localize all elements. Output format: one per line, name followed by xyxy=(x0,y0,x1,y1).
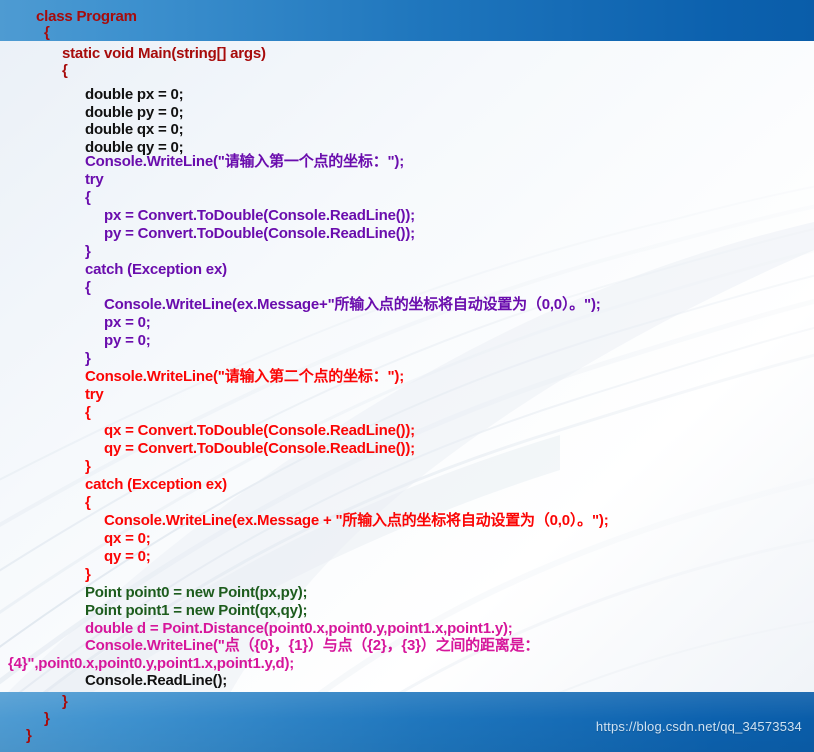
code-line: {4}",point0.x,point0.y,point1.x,point1.y… xyxy=(8,655,295,672)
code-line: qx = 0; xyxy=(104,530,151,547)
watermark-url: https://blog.csdn.net/qq_34573534 xyxy=(595,719,802,734)
code-line: { xyxy=(85,404,91,421)
code-line: } xyxy=(62,693,68,710)
code-line: px = 0; xyxy=(104,314,151,331)
code-line: qx = Convert.ToDouble(Console.ReadLine()… xyxy=(104,422,415,439)
code-line: { xyxy=(44,24,50,41)
code-line: double qx = 0; xyxy=(85,121,184,138)
code-line: Console.WriteLine("请输入第二个点的坐标："); xyxy=(85,368,405,385)
code-line: double d = Point.Distance(point0.x,point… xyxy=(85,620,513,637)
code-line: Console.WriteLine(ex.Message + "所输入点的坐标将… xyxy=(104,512,609,529)
code-line: py = Convert.ToDouble(Console.ReadLine()… xyxy=(104,225,415,242)
code-line: { xyxy=(85,189,91,206)
code-line: } xyxy=(85,458,91,475)
code-line: py = 0; xyxy=(104,332,151,349)
code-line: Point point0 = new Point(px,py); xyxy=(85,584,308,601)
code-line: catch (Exception ex) xyxy=(85,261,227,278)
code-line: qy = 0; xyxy=(104,548,151,565)
code-line: { xyxy=(85,279,91,296)
code-line: qy = Convert.ToDouble(Console.ReadLine()… xyxy=(104,440,415,457)
code-line: static void Main(string[] args) xyxy=(62,45,266,62)
code-line: Console.WriteLine(ex.Message+"所输入点的坐标将自动… xyxy=(104,296,601,313)
code-line: { xyxy=(85,494,91,511)
code-line: } xyxy=(44,710,50,727)
code-line: } xyxy=(85,243,91,260)
code-line: catch (Exception ex) xyxy=(85,476,227,493)
code-line: class Program xyxy=(36,8,137,25)
code-line: double px = 0; xyxy=(85,86,184,103)
code-line: Console.WriteLine("点（{0}，{1}）与点（{2}，{3}）… xyxy=(85,637,540,654)
code-line: try xyxy=(85,386,104,403)
code-line: Point point1 = new Point(qx,qy); xyxy=(85,602,308,619)
code-block: class Program{static void Main(string[] … xyxy=(0,0,814,752)
code-line: Console.ReadLine(); xyxy=(85,672,228,689)
code-line: } xyxy=(85,566,91,583)
code-line: Console.WriteLine("请输入第一个点的坐标："); xyxy=(85,153,405,170)
code-line: { xyxy=(62,62,68,79)
code-line: px = Convert.ToDouble(Console.ReadLine()… xyxy=(104,207,415,224)
code-line: } xyxy=(26,727,32,744)
slide-canvas: class Program{static void Main(string[] … xyxy=(0,0,814,752)
code-line: try xyxy=(85,171,104,188)
code-line: } xyxy=(85,350,91,367)
code-line: double py = 0; xyxy=(85,104,184,121)
